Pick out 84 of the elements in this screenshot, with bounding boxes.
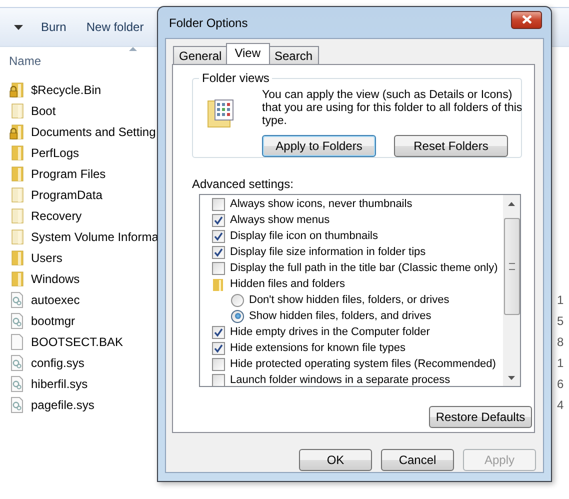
toolbar-button[interactable]: New folder xyxy=(86,20,144,34)
file-name[interactable]: PerfLogs xyxy=(31,146,80,160)
file-name[interactable]: Users xyxy=(31,250,62,264)
tab[interactable]: General xyxy=(173,46,228,64)
file-name[interactable]: Program Files xyxy=(31,166,106,180)
radio-button[interactable] xyxy=(231,294,244,306)
setting-label: Display file icon on thumbnails xyxy=(230,230,378,242)
dialog-button[interactable]: Cancel xyxy=(381,449,454,471)
file-name[interactable]: Documents and Setting xyxy=(31,124,156,138)
folder-icon xyxy=(212,278,225,290)
folder-view-button[interactable]: Reset Folders xyxy=(394,135,508,157)
scrollbar[interactable] xyxy=(503,195,520,386)
file-size: 1 xyxy=(557,356,564,370)
file-name[interactable]: Recovery xyxy=(31,208,82,222)
file-name[interactable]: bootmgr xyxy=(31,314,76,328)
radio-button[interactable] xyxy=(231,310,244,322)
file-name[interactable]: pagefile.sys xyxy=(31,398,94,412)
setting-group-label: Hidden files and folders xyxy=(230,278,345,290)
column-header[interactable]: Name xyxy=(9,54,42,68)
checkbox[interactable] xyxy=(212,326,225,338)
setting-label: Hide extensions for known file types xyxy=(230,342,406,354)
folder-icon xyxy=(9,270,25,286)
setting-label: Display the full path in the title bar (Classic theme only) xyxy=(230,262,498,274)
section-label: Advanced settings: xyxy=(192,177,294,191)
file-name[interactable]: $Recycle.Bin xyxy=(31,82,102,96)
file-size: 4 xyxy=(557,398,564,412)
setting-label: Don't show hidden files, folders, or drives xyxy=(249,294,450,306)
gear-file-icon xyxy=(9,312,25,328)
checkbox[interactable] xyxy=(212,262,225,274)
file-name[interactable]: hiberfil.sys xyxy=(31,376,88,390)
file-size: 6 xyxy=(557,376,564,390)
folder-icon xyxy=(9,208,25,224)
checkbox[interactable] xyxy=(212,246,225,258)
file-name[interactable]: Boot xyxy=(31,104,56,118)
locked-folder-icon xyxy=(9,82,25,98)
description-text: You can apply the view (such as Details or Icons) that you are using for this folder to all folders of this type. xyxy=(262,89,524,128)
setting-label: Show hidden files, folders, and drives xyxy=(249,310,432,322)
file-name[interactable]: BOOTSECT.BAK xyxy=(31,334,124,348)
folder-icon xyxy=(9,144,25,160)
setting-label: Display file size information in folder tips xyxy=(230,246,426,258)
checkbox[interactable] xyxy=(212,198,225,210)
file-name[interactable]: ProgramData xyxy=(31,188,102,202)
gear-file-icon xyxy=(9,354,25,370)
toolbar-button[interactable]: Burn xyxy=(41,20,66,34)
tab[interactable]: View xyxy=(226,43,270,64)
close-icon xyxy=(522,15,532,24)
folder-icon xyxy=(9,250,25,266)
checkbox[interactable] xyxy=(212,374,225,386)
folder-icon xyxy=(9,102,25,118)
window-title: Folder Options xyxy=(169,16,248,30)
setting-label: Always show icons, never thumbnails xyxy=(230,198,412,210)
folder-icon xyxy=(9,228,25,244)
file-icon xyxy=(9,334,25,350)
file-name[interactable]: Windows xyxy=(31,272,80,286)
file-name[interactable]: config.sys xyxy=(31,356,84,370)
setting-label: Always show menus xyxy=(230,214,330,226)
checkbox[interactable] xyxy=(212,214,225,226)
setting-label: Hide empty drives in the Computer folder xyxy=(230,326,430,338)
checkbox[interactable] xyxy=(212,358,225,370)
file-size: 1 xyxy=(557,292,564,306)
gear-file-icon xyxy=(9,396,25,412)
file-size: 5 xyxy=(557,314,564,328)
folder-view-button[interactable]: Apply to Folders xyxy=(262,135,376,157)
sort-arrow-icon xyxy=(129,47,137,51)
folder-icon xyxy=(9,166,25,182)
setting-label: Hide protected operating system files (Recommended) xyxy=(230,358,496,370)
scroll-up-arrow-icon[interactable] xyxy=(508,202,515,206)
scroll-down-arrow-icon[interactable] xyxy=(508,376,515,380)
locked-folder-icon xyxy=(9,124,25,140)
folder-icon xyxy=(9,186,25,202)
gear-file-icon xyxy=(9,292,25,308)
tab[interactable]: Search xyxy=(268,46,319,64)
checkbox[interactable] xyxy=(212,342,225,354)
restore-defaults-button[interactable]: Restore Defaults xyxy=(429,406,532,428)
gear-file-icon xyxy=(9,376,25,392)
close-button[interactable] xyxy=(511,10,542,28)
dialog-button[interactable]: OK xyxy=(299,449,372,471)
group-label: Folder views xyxy=(199,71,272,85)
file-name[interactable]: System Volume Informa xyxy=(31,230,158,244)
setting-label: Launch folder windows in a separate process xyxy=(230,374,450,386)
caret-icon[interactable] xyxy=(14,24,23,30)
checkbox[interactable] xyxy=(212,230,225,242)
file-name[interactable]: autoexec xyxy=(31,292,80,306)
file-size: 8 xyxy=(557,334,564,348)
